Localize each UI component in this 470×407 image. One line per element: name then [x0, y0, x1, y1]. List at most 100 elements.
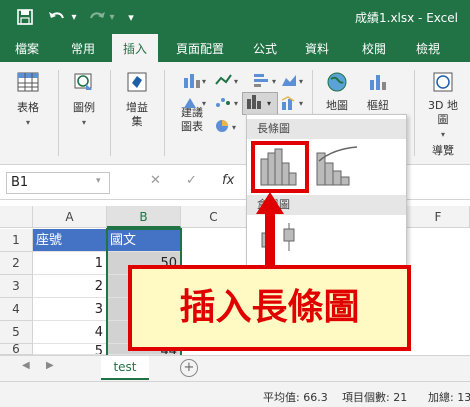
cell-a5[interactable]: 4 [33, 321, 107, 344]
tab-view[interactable]: 檢視 [402, 34, 454, 62]
table-button[interactable]: 表格 ▾ [8, 70, 48, 128]
histogram-option[interactable] [251, 141, 309, 193]
scroll-right-icon[interactable]: ▶ [46, 360, 54, 371]
ribbon-divider [58, 70, 59, 156]
pivot-chart-label: 樞紐 [367, 99, 389, 112]
save-icon[interactable] [14, 7, 36, 27]
chevron-down-icon: ▾ [25, 118, 30, 127]
addins-label-2: 集 [131, 115, 143, 128]
tours-group-label: 導覽 [432, 144, 454, 157]
select-all-corner[interactable] [0, 206, 33, 228]
scroll-left-icon[interactable]: ◀ [22, 360, 30, 371]
status-bar: 平均值: 66.3 項目個數: 21 加總: 1393 [0, 381, 470, 407]
row-header[interactable]: 3 [0, 275, 33, 298]
chevron-down-icon[interactable]: ▾ [96, 176, 101, 186]
row-header[interactable]: 4 [0, 298, 33, 321]
cell-a3[interactable]: 2 [33, 275, 107, 298]
illustrations-label: 圖例 [73, 101, 95, 114]
map-chart-button[interactable]: 地圖 [318, 70, 356, 113]
svg-text:▾: ▾ [299, 99, 303, 108]
row-header[interactable]: 1 [0, 229, 33, 252]
customize-quick-access-icon[interactable]: ▾ [124, 7, 138, 27]
scatter-chart-icon[interactable]: ▾ [214, 94, 240, 113]
chevron-down-icon: ▾ [81, 118, 86, 127]
column-header-c[interactable]: C [181, 206, 247, 228]
tab-formulas[interactable]: 公式 [242, 34, 288, 62]
status-average: 平均值: 66.3 [263, 391, 328, 404]
svg-text:▾: ▾ [299, 77, 303, 86]
cell-a2[interactable]: 1 [33, 252, 107, 275]
tab-data[interactable]: 資料 [288, 34, 346, 62]
svg-text:▾: ▾ [272, 77, 276, 86]
cell-a1[interactable]: 座號 [33, 229, 107, 252]
svg-text:▾: ▾ [202, 99, 206, 108]
addins-button[interactable]: 增益 集 [116, 70, 158, 129]
tab-insert[interactable]: 插入 [112, 34, 158, 62]
column-header-b[interactable]: B [107, 206, 181, 228]
combo-chart-icon[interactable]: ▾ [280, 94, 306, 113]
svg-text:▾: ▾ [234, 77, 238, 86]
svg-text:▾: ▾ [232, 123, 236, 132]
tab-home[interactable]: 常用 [54, 34, 112, 62]
undo-dropdown[interactable]: ▾ [68, 7, 80, 27]
status-sum: 加總: 1393 [428, 391, 470, 404]
recommended-charts-label-2: 圖表 [181, 120, 203, 133]
svg-text:▾: ▾ [267, 99, 271, 108]
area-chart-icon[interactable]: ▾ [280, 72, 306, 91]
row-header[interactable]: 5 [0, 321, 33, 344]
map-chart-label: 地圖 [326, 99, 348, 112]
addins-label-1: 增益 [126, 101, 148, 114]
cancel-icon[interactable]: ✕ [150, 173, 161, 188]
3d-map-label-2: 圖 [437, 113, 449, 126]
addins-icon [127, 72, 147, 92]
line-chart-icon[interactable]: ▾ [214, 72, 240, 91]
column-chart-icon[interactable]: ▾ [182, 72, 208, 91]
pivot-chart-button[interactable]: 樞紐 [358, 70, 398, 113]
histogram-icon [260, 148, 297, 186]
pivot-chart-icon [370, 75, 386, 90]
column-header-a[interactable]: A [33, 206, 107, 228]
redo-dropdown: ▾ [109, 11, 115, 23]
svg-text:▾: ▾ [234, 99, 238, 108]
enter-icon[interactable]: ✓ [186, 173, 197, 188]
undo-icon[interactable] [44, 7, 70, 27]
ribbon-divider [110, 70, 111, 156]
ribbon-divider [164, 70, 165, 156]
illustrations-button[interactable]: 圖例 ▾ [64, 70, 104, 128]
status-count: 項目個數: 21 [342, 391, 408, 404]
cell-a4[interactable]: 3 [33, 298, 107, 321]
shapes-icon [74, 73, 92, 90]
table-icon [17, 72, 39, 92]
insert-function-icon[interactable]: fx [222, 173, 234, 188]
3d-map-label-1: 3D 地 [428, 99, 458, 112]
name-box[interactable]: B1 [6, 172, 110, 194]
title-bar: ▾ ▾ ▾ 成績1.xlsx - Excel [0, 0, 470, 34]
row-header[interactable]: 2 [0, 252, 33, 275]
3d-map-button[interactable]: 3D 地 圖 ▾ [420, 70, 466, 140]
add-sheet-icon[interactable]: + [180, 359, 198, 377]
pie-chart-icon[interactable]: ▾ [214, 118, 240, 137]
annotation-callout: 插入長條圖 [128, 265, 411, 351]
tab-review[interactable]: 校閱 [346, 34, 402, 62]
statistic-chart-icon[interactable]: ▾ [242, 92, 278, 115]
tab-more[interactable] [454, 34, 470, 62]
column-header-f[interactable]: F [407, 206, 470, 228]
ribbon-tabs: 檔案 常用 插入 頁面配置 公式 資料 校閱 檢視 [0, 34, 470, 62]
arrow-up-icon [256, 192, 284, 268]
hierarchy-chart-icon[interactable]: ▾ [182, 94, 208, 113]
globe-icon [327, 72, 347, 92]
bar-chart-icon[interactable]: ▾ [252, 72, 278, 91]
histogram-section-header: 長條圖 [247, 119, 406, 139]
svg-text:▾: ▾ [202, 77, 206, 86]
3d-map-icon [433, 72, 453, 92]
window-title: 成績1.xlsx - Excel [355, 11, 458, 25]
pareto-option[interactable] [313, 145, 365, 191]
row-header[interactable]: 6 [0, 344, 33, 355]
ribbon-divider [414, 70, 415, 156]
sheet-tab-test[interactable]: test [101, 356, 149, 380]
tab-page-layout[interactable]: 頁面配置 [158, 34, 242, 62]
pareto-icon [316, 146, 358, 186]
chevron-down-icon: ▾ [440, 130, 445, 139]
cell-a6[interactable]: 5 [33, 344, 107, 355]
tab-file[interactable]: 檔案 [0, 34, 54, 62]
